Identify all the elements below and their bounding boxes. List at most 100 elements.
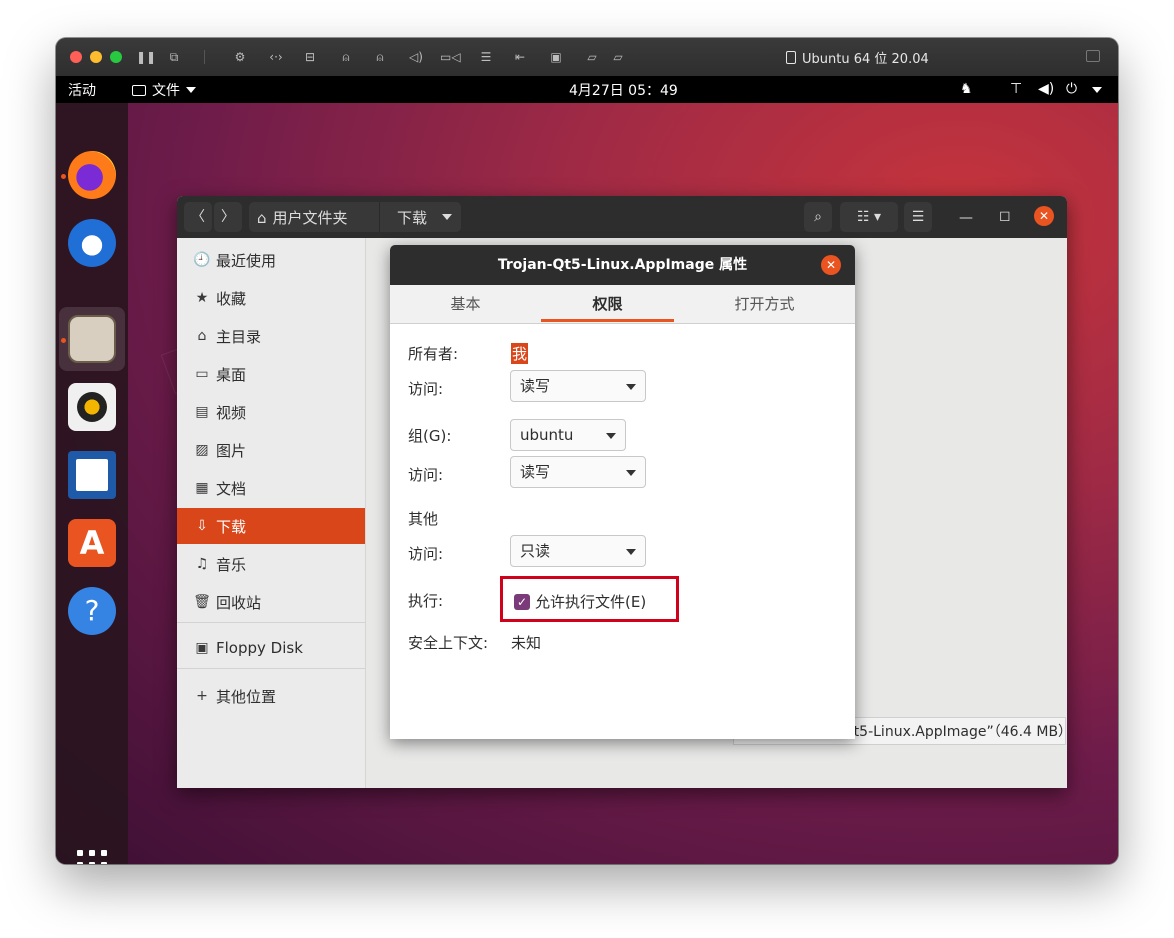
minimize-icon[interactable]: — [959,210,973,226]
disk-icon[interactable]: ⊟ [300,47,320,67]
dialog-title-bar: Trojan-Qt5-Linux.AppImage 属性 ✕ [390,245,855,285]
home-icon: ⌂ [197,328,207,344]
chevron-down-icon [626,549,636,555]
minimize-window-button[interactable] [90,51,102,63]
clock-icon: 🕘 [193,252,211,268]
folder-share-icon[interactable]: ▱ [582,47,602,67]
others-access-label: 访问: [408,545,444,563]
sidebar-item-pictures[interactable]: ▨ 图片 [177,432,365,468]
sidebar-divider [177,622,365,623]
menu-icon[interactable]: ☰ [904,202,932,232]
desktop-icon: ▭ [195,366,209,382]
thunderbird-icon[interactable] [68,219,116,267]
tab-permissions[interactable]: 权限 [541,285,674,323]
sidebar-item-music[interactable]: ♫ 音乐 [177,546,365,582]
owner-label: 所有者: [408,345,459,363]
close-icon[interactable]: ✕ [821,255,841,275]
tab-open-with[interactable]: 打开方式 [674,285,855,323]
sidebar-item-other-locations[interactable]: + 其他位置 [177,678,365,714]
places-sidebar: 🕘 最近使用 ★ 收藏 ⌂ 主目录 ▭ 桌面 ▤ 视频 ▨ 图片 ▦ 文档 ⇩ 下载 ♫ 音乐 🗑… [177,238,366,788]
save-icon[interactable]: ▣ [546,47,566,67]
maximize-icon[interactable]: ◻ [999,208,1011,224]
sidebar-item-videos[interactable]: ▤ 视频 [177,394,365,430]
running-indicator [61,338,66,343]
speaker-icon [77,392,107,422]
help-icon[interactable]: ? [68,587,116,635]
group-access-select[interactable]: 读写 [510,456,646,488]
sidebar-item-floppy[interactable]: ▣ Floppy Disk [177,630,365,666]
close-icon[interactable]: ✕ [1034,206,1054,226]
vm-title: Ubuntu 64 位 20.04 [786,48,929,67]
network-icon[interactable]: ⊤ [1010,81,1022,97]
home-icon: ⌂ [257,208,267,227]
sidebar-item-documents[interactable]: ▦ 文档 [177,470,365,506]
tab-basic[interactable]: 基本 [390,285,541,323]
group-select[interactable]: ubuntu [510,419,626,451]
libreoffice-writer-icon[interactable] [68,451,116,499]
snapshot-icon[interactable]: ⧉ [164,47,184,67]
gnome-top-bar: 活动 文件 4月27日 05：49 ♞ ⊤ ◀) ⏻ [56,76,1118,103]
running-indicator [61,174,66,179]
path-menu-button[interactable] [433,202,461,232]
person-icon[interactable]: ⍝ [336,47,356,67]
sidebar-item-trash[interactable]: 🗑 回收站 [177,584,365,620]
chevron-down-icon [626,470,636,476]
sidebar-item-recent[interactable]: 🕘 最近使用 [177,242,365,278]
sidebar-divider [177,668,365,669]
activities-button[interactable]: 活动 [68,80,96,100]
vm-window: ❚❚ ⧉ ⚙ ‹·› ⊟ ⍝ ⍝ ◁) ▭◁ ☰ ⇤ ▣ ▱ ▱ Ubuntu … [56,38,1118,864]
app-menu[interactable]: 文件 [132,80,196,100]
person-icon[interactable]: ⍝ [370,47,390,67]
folder-icon [132,84,146,96]
others-access-select[interactable]: 只读 [510,535,646,567]
vm-titlebar: ❚❚ ⧉ ⚙ ‹·› ⊟ ⍝ ⍝ ◁) ▭◁ ☰ ⇤ ▣ ▱ ▱ Ubuntu … [56,38,1118,77]
accessibility-icon[interactable]: ♞ [960,81,973,97]
document-icon: ▦ [195,480,209,496]
restore-icon[interactable] [1086,50,1100,62]
image-icon: ▨ [195,442,209,458]
star-icon: ★ [195,290,209,306]
film-icon: ▤ [195,404,209,420]
pause-icon[interactable]: ❚❚ [136,47,156,67]
path-current-button[interactable]: 下载 [397,207,427,228]
chevron-down-icon [186,87,196,93]
active-tab-indicator [541,319,674,322]
forward-button[interactable]: 〉 [214,202,242,232]
close-window-button[interactable] [70,51,82,63]
software-center-icon[interactable]: A [68,519,116,567]
owner-value: 我 [511,343,529,364]
power-icon[interactable]: ⏻ [1066,81,1077,97]
dialog-title: Trojan-Qt5-Linux.AppImage 属性 [497,257,748,273]
folder-share-icon[interactable]: ▱ [608,47,628,67]
firefox-icon[interactable] [68,151,116,199]
vm-title-text: Ubuntu 64 位 20.04 [802,52,929,67]
view-toggle-button[interactable]: ☷ ▾ [840,202,898,232]
guest-screen: 活动 文件 4月27日 05：49 ♞ ⊤ ◀) ⏻ A ? 〈 〉 ⌂ 用户文… [56,76,1118,864]
settings-icon[interactable]: ⚙ [230,47,250,67]
chevron-down-icon[interactable] [1092,87,1102,93]
sidebar-item-downloads[interactable]: ⇩ 下载 [177,508,365,544]
rhythmbox-icon[interactable] [68,383,116,431]
search-button[interactable]: ⌕ [804,202,832,232]
show-applications-button[interactable] [77,850,107,864]
clock[interactable]: 4月27日 05：49 [569,80,678,100]
files-icon[interactable] [68,315,116,363]
camera-icon[interactable]: ▭◁ [440,47,461,67]
storage-icon[interactable]: ☰ [476,47,496,67]
usb-icon[interactable]: ⇤ [510,47,530,67]
path-home-label: 用户文件夹 [272,209,348,227]
path-home-button[interactable]: ⌂ 用户文件夹 [257,207,348,228]
annotation-highlight-box [500,576,679,622]
owner-access-select[interactable]: 读写 [510,370,646,402]
arrows-icon[interactable]: ‹·› [266,47,286,67]
sidebar-item-desktop[interactable]: ▭ 桌面 [177,356,365,392]
maximize-window-button[interactable] [110,51,122,63]
toolbar-divider [204,50,205,64]
volume-icon[interactable]: ◁) [406,47,426,67]
sidebar-item-starred[interactable]: ★ 收藏 [177,280,365,316]
download-icon: ⇩ [196,518,208,534]
volume-icon[interactable]: ◀) [1038,81,1054,97]
back-button[interactable]: 〈 [184,202,212,232]
sidebar-item-home[interactable]: ⌂ 主目录 [177,318,365,354]
execute-label: 执行: [408,592,444,610]
